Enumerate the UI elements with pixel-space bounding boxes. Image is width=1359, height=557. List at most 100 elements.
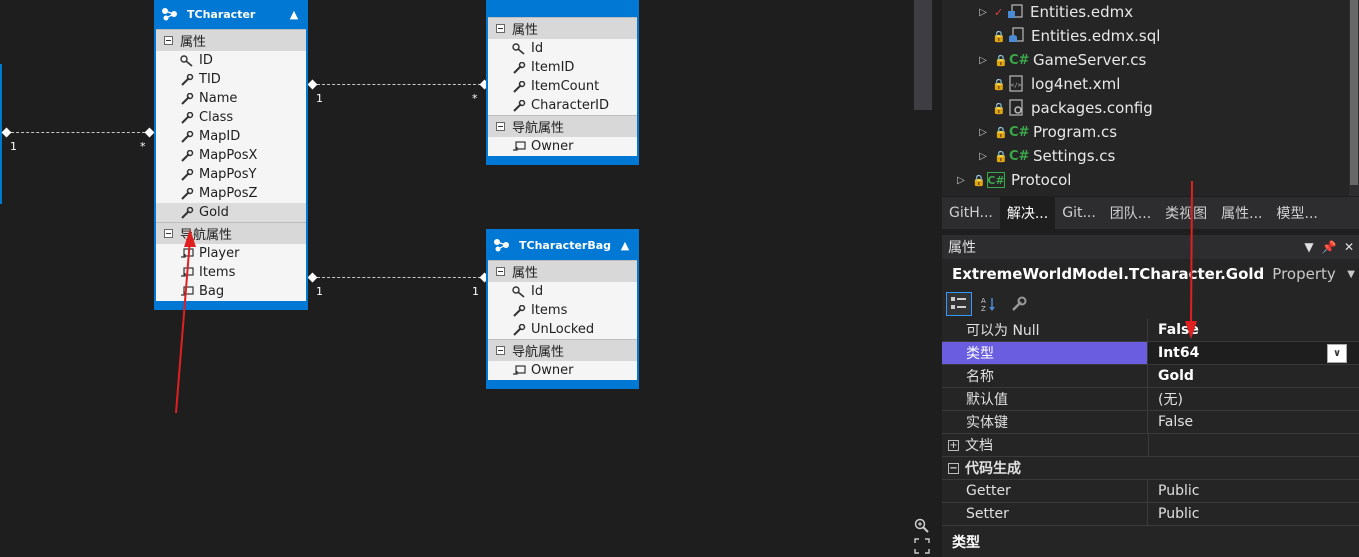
collapse-chevron-icon[interactable]: ▲ <box>618 239 632 252</box>
tree-item-protocol[interactable]: ▷ 🔒 C# Protocol <box>954 168 1071 192</box>
category-row-documentation[interactable]: + 文档 <box>942 434 1359 457</box>
chevron-down-icon[interactable]: ∨ <box>1327 344 1347 363</box>
solution-scrollbar[interactable] <box>1349 0 1359 196</box>
navigation-section-header[interactable]: 导航属性 <box>488 339 637 361</box>
entity-property[interactable]: Id <box>488 39 637 58</box>
association-line[interactable] <box>312 84 486 85</box>
properties-toolbar: AZ <box>942 289 1359 319</box>
property-row[interactable]: 名称 Gold <box>942 365 1359 388</box>
entity-designer-canvas[interactable]: 1 * 1 * 1 1 TCharacter ▲ 属性 ID TID Name … <box>0 0 912 557</box>
tree-item-program-cs[interactable]: ▷ 🔒 C# Program.cs <box>976 120 1117 144</box>
object-selector[interactable]: ExtremeWorldModel.TCharacter.Gold Proper… <box>942 259 1359 289</box>
property-pages-button[interactable] <box>1006 292 1032 316</box>
close-icon[interactable]: ✕ <box>1339 240 1359 254</box>
collapse-icon[interactable] <box>496 122 505 131</box>
property-row[interactable]: 默认值 (无) <box>942 388 1359 411</box>
properties-section-header[interactable]: 属性 <box>488 260 637 282</box>
entity-property[interactable]: UnLocked <box>488 320 637 339</box>
navigation-property-icon <box>181 285 194 296</box>
canvas-scrollbar[interactable] <box>914 0 932 110</box>
navigation-section-header[interactable]: 导航属性 <box>156 222 306 244</box>
entity-property[interactable]: Name <box>156 89 306 108</box>
entity-header[interactable]: TCharacter ▲ <box>155 0 307 29</box>
key-property-icon <box>512 42 525 55</box>
property-row[interactable]: 可以为 Null False <box>942 319 1359 342</box>
zoom-to-fit-icon[interactable] <box>914 538 930 554</box>
tree-item-entities-edmx-sql[interactable]: 🔒 Entities.edmx.sql <box>992 24 1160 48</box>
entity-property[interactable]: MapPosZ <box>156 184 306 203</box>
collapse-minus-icon[interactable]: − <box>948 462 959 474</box>
collapse-icon[interactable] <box>164 229 173 238</box>
property-row[interactable]: Setter Public <box>942 503 1359 526</box>
offscreen-entity-edge[interactable] <box>0 64 2 204</box>
entity-property[interactable]: TID <box>156 70 306 89</box>
tab-properties[interactable]: 属性... <box>1214 197 1269 229</box>
navigation-property[interactable]: Owner <box>488 361 637 380</box>
collapse-icon[interactable] <box>496 346 505 355</box>
navigation-property[interactable]: Items <box>156 263 306 282</box>
collapse-icon[interactable] <box>496 267 505 276</box>
tool-window-tabs: GitH... 解决... Git... 团队... 类视图 属性... 模型.… <box>942 197 1359 229</box>
entity-property[interactable]: ItemID <box>488 58 637 77</box>
chevron-down-icon[interactable]: ▼ <box>1347 269 1355 280</box>
pin-icon[interactable]: 📌 <box>1319 240 1339 254</box>
entity-header[interactable] <box>487 0 638 17</box>
expand-arrow-icon[interactable]: ▷ <box>954 175 968 186</box>
entity-tcharacterbag[interactable]: TCharacterBag ▲ 属性 Id Items UnLocked 导航属… <box>486 229 639 389</box>
tree-item-entities-edmx[interactable]: ▷ ✓ Entities.edmx <box>976 0 1133 24</box>
wrench-property-icon <box>513 80 526 93</box>
categorized-view-button[interactable] <box>946 292 972 316</box>
expand-arrow-icon[interactable]: ▷ <box>976 127 990 138</box>
navigation-property[interactable]: Player <box>156 244 306 263</box>
association-line[interactable] <box>312 277 486 278</box>
tab-team[interactable]: 团队... <box>1103 197 1158 229</box>
expand-arrow-icon[interactable]: ▷ <box>976 55 990 66</box>
solution-explorer[interactable]: ▷ ✓ Entities.edmx 🔒 Entities.edmx.sql ▷ … <box>942 0 1359 196</box>
entity-property[interactable]: MapPosY <box>156 165 306 184</box>
entity-tcharacter[interactable]: TCharacter ▲ 属性 ID TID Name Class MapID … <box>154 0 308 310</box>
properties-section-header[interactable]: 属性 <box>488 17 637 39</box>
entity-property-selected[interactable]: Gold <box>156 203 306 222</box>
scroll-thumb[interactable] <box>1350 0 1358 185</box>
entity-property[interactable]: ID <box>156 51 306 70</box>
entity-header[interactable]: TCharacterBag ▲ <box>487 230 638 260</box>
navigation-property[interactable]: Owner <box>488 137 637 156</box>
property-row-selected[interactable]: 类型 Int64 ∨ <box>942 342 1359 365</box>
tree-item-gameserver-cs[interactable]: ▷ 🔒 C# GameServer.cs <box>976 48 1146 72</box>
tree-item-log4net-xml[interactable]: 🔒 </> log4net.xml <box>992 72 1120 96</box>
navigation-section-header[interactable]: 导航属性 <box>488 115 637 137</box>
entity-property[interactable]: ItemCount <box>488 77 637 96</box>
category-row-code-generation[interactable]: − 代码生成 <box>942 457 1359 480</box>
alphabetical-view-button[interactable]: AZ <box>976 292 1002 316</box>
tab-git[interactable]: Git... <box>1055 197 1103 229</box>
tab-solution-explorer[interactable]: 解决... <box>999 197 1056 229</box>
sql-file-icon <box>1009 27 1024 42</box>
entity-property[interactable]: Id <box>488 282 637 301</box>
collapse-chevron-icon[interactable]: ▲ <box>287 8 301 21</box>
collapse-icon[interactable] <box>164 36 173 45</box>
window-position-dropdown-icon[interactable]: ▼ <box>1299 240 1319 254</box>
tab-github[interactable]: GitH... <box>942 197 1000 229</box>
expand-arrow-icon[interactable]: ▷ <box>976 151 990 162</box>
collapse-icon[interactable] <box>496 24 505 33</box>
expand-plus-icon[interactable]: + <box>948 439 959 451</box>
entity-property[interactable]: Items <box>488 301 637 320</box>
lock-icon: 🔒 <box>994 53 1008 67</box>
expand-arrow-icon[interactable]: ▷ <box>976 7 990 18</box>
association-line[interactable] <box>6 132 150 133</box>
property-row[interactable]: Getter Public <box>942 480 1359 503</box>
tab-class-view[interactable]: 类视图 <box>1158 197 1214 229</box>
tab-model[interactable]: 模型... <box>1270 197 1325 229</box>
entity-titem[interactable]: 属性 Id ItemID ItemCount CharacterID 导航属性 … <box>486 0 639 165</box>
tree-item-settings-cs[interactable]: ▷ 🔒 C# Settings.cs <box>976 144 1115 168</box>
entity-property[interactable]: CharacterID <box>488 96 637 115</box>
navigation-property[interactable]: Bag <box>156 282 306 301</box>
entity-property[interactable]: Class <box>156 108 306 127</box>
properties-section-header[interactable]: 属性 <box>156 29 306 51</box>
tree-item-packages-config[interactable]: 🔒 packages.config <box>992 96 1153 120</box>
entity-property[interactable]: MapID <box>156 127 306 146</box>
multiplicity-label: 1 <box>10 140 17 153</box>
zoom-icon[interactable] <box>914 518 930 534</box>
property-row[interactable]: 实体键 False <box>942 411 1359 434</box>
entity-property[interactable]: MapPosX <box>156 146 306 165</box>
